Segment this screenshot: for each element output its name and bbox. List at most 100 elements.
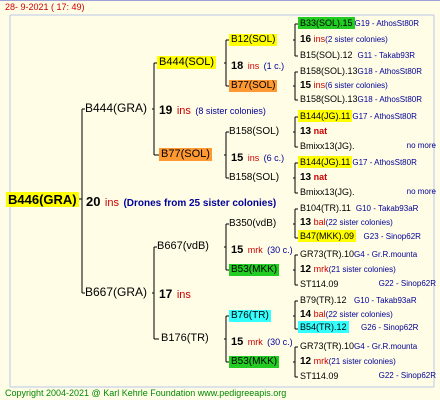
gen3-queen-5[interactable]: B350(vdB) — [229, 219, 276, 229]
gen4-count: 12 — [300, 356, 312, 367]
gen1-queen-2[interactable]: B667(GRA) — [85, 286, 147, 298]
copyright-footer: Copyright 2004-2021 @ Karl Kehrle Founda… — [5, 388, 287, 398]
gen4-origin: G17 - AthosSt80R — [352, 158, 417, 167]
gen4-count: 12 — [300, 264, 312, 275]
gen4-queen-name[interactable]: B144(JG).11 — [298, 156, 353, 168]
gen1-count-2: 17 — [159, 287, 173, 301]
gen1-queen-1[interactable]: B444(GRA) — [85, 102, 147, 114]
gen2-note-3: (30 c.) — [267, 245, 293, 255]
gen4-ins: ins — [313, 34, 326, 44]
gen4-queen-name[interactable]: B144(JG).11 — [298, 110, 353, 122]
gen4-origin: no more — [406, 187, 436, 196]
gen4-queen-name[interactable]: B104(TR).11 — [300, 203, 351, 213]
gen4-queen-name[interactable]: B47(MKK).09 — [298, 230, 357, 242]
gen4-origin: G23 - Sinop62R — [363, 232, 421, 241]
gen4-origin: G22 - Sinop62R — [378, 279, 436, 288]
gen4-drone-row: 16 ins(2 sister colonies) — [300, 35, 388, 45]
gen4-origin: G17 - AthosSt80R — [352, 112, 417, 121]
gen4-note: (2 sister colonies) — [325, 35, 388, 44]
gen1-count-1: 19 — [159, 103, 173, 117]
gen4-row: Bmixx13(JG). no more — [300, 188, 436, 197]
gen2-queen-3[interactable]: B667(vdB) — [157, 241, 209, 252]
root-queen-name[interactable]: B446(GRA) — [6, 192, 79, 207]
gen4-ins: mrk — [313, 264, 329, 274]
gen4-origin: G4 - Gr.R.mounta — [354, 342, 418, 351]
gen4-count: 14 — [300, 309, 312, 320]
gen2-note-4: (30 c.) — [267, 337, 293, 347]
gen2-queen-2[interactable]: B77(SOL) — [159, 148, 212, 161]
gen1-drone-info-1: 19 ins (8 sister colonies) — [159, 102, 266, 118]
gen2-drone-info-1: 18 ins (1 c.) — [231, 57, 284, 73]
gen3-queen-2[interactable]: B77(SOL) — [229, 80, 278, 92]
gen2-note-2: (6 c.) — [263, 153, 285, 163]
gen4-origin: G4 - Gr.R.mounta — [354, 250, 418, 259]
gen4-count: 16 — [300, 34, 312, 45]
gen3-queen-6[interactable]: B53(MKK) — [229, 264, 280, 276]
root-ins: ins — [104, 197, 119, 209]
gen4-row: GR73(TR).10G4 - Gr.R.mounta — [300, 342, 417, 351]
gen4-queen-name[interactable]: B158(SOL).13 — [300, 94, 358, 104]
pedigree-page: 28- 9-2021 ( 17: 49) B446(GRA) 20 ins (D… — [0, 0, 440, 400]
gen4-queen-name[interactable]: B158(SOL).13 — [300, 66, 358, 76]
gen4-queen-name[interactable]: ST114.09 — [300, 279, 338, 289]
gen4-ins: nat — [313, 126, 328, 136]
gen4-row: B79(TR).12 G10 - Takab93aR — [300, 296, 417, 305]
gen4-ins: nat — [313, 172, 328, 182]
gen4-queen-name[interactable]: B54(TR).12 — [298, 321, 349, 333]
timestamp: 28- 9-2021 ( 17: 49) — [5, 2, 85, 12]
gen4-origin: no more — [406, 141, 436, 150]
gen4-queen-name[interactable]: B79(TR).12 — [300, 295, 347, 305]
root-drone-info: 20 ins (Drones from 25 sister colonies) — [86, 194, 276, 210]
gen4-count: 13 — [300, 126, 312, 137]
gen2-drone-info-4: 15 mrk (30 c.) — [231, 333, 293, 349]
gen4-origin: G18 - AthosSt80R — [357, 95, 423, 104]
root-note: (Drones from 25 sister colonies) — [123, 198, 277, 209]
gen4-queen-name[interactable]: Bmixx13(JG). — [300, 141, 355, 151]
gen3-queen-3[interactable]: B158(SOL) — [229, 127, 279, 137]
gen2-queen-1[interactable]: B444(SOL) — [157, 56, 217, 69]
gen4-origin: G19 - AthosSt80R — [354, 19, 420, 28]
gen4-ins: ins — [313, 80, 326, 90]
gen4-note: (22 sister colonies) — [325, 218, 393, 227]
gen4-row: ST114.09 G22 - Sinop62R — [300, 372, 436, 381]
gen4-row: ST114.09 G22 - Sinop62R — [300, 280, 436, 289]
gen1-note-1: (8 sister colonies) — [195, 106, 266, 116]
gen4-ins: bal — [313, 217, 326, 227]
gen4-row: B104(TR).11 G10 - Takab93aR — [300, 204, 418, 213]
gen2-queen-4[interactable]: B176(TR) — [161, 333, 209, 344]
gen2-ins-1: ins — [247, 61, 260, 71]
gen2-count-1: 18 — [231, 60, 244, 72]
gen4-row: B144(JG).11 G17 - AthosSt80R — [298, 110, 417, 122]
gen2-count-2: 15 — [231, 152, 244, 164]
gen4-row: B158(SOL).13G18 - AthosSt80R — [300, 95, 422, 104]
gen4-drone-row: 12 mrk(21 sister colonies) — [300, 265, 396, 275]
gen4-origin: G10 - Takab93aR — [355, 204, 419, 213]
gen4-count: 13 — [300, 217, 312, 228]
gen2-count-4: 15 — [231, 336, 244, 348]
gen2-drone-info-2: 15 ins (6 c.) — [231, 149, 284, 165]
gen3-queen-1[interactable]: B12(SOL) — [229, 34, 278, 46]
gen4-queen-name[interactable]: Bmixx13(JG). — [300, 187, 355, 197]
gen4-row: B15(SOL).12 G11 - Takab93R — [300, 51, 415, 60]
gen4-row: GR73(TR).10G4 - Gr.R.mounta — [300, 250, 417, 259]
gen4-origin: G22 - Sinop62R — [378, 371, 436, 380]
gen4-queen-name[interactable]: GR73(TR).10 — [300, 341, 354, 351]
gen4-queen-name[interactable]: GR73(TR).10 — [300, 249, 354, 259]
gen1-ins-1: ins — [176, 105, 191, 117]
gen4-row: B158(SOL).13G18 - AthosSt80R — [300, 67, 422, 76]
gen4-row: B144(JG).11 G17 - AthosSt80R — [298, 156, 417, 168]
gen4-queen-name[interactable]: B15(SOL).12 — [300, 50, 353, 60]
gen4-row: B33(SOL).15 G19 - AthosSt80R — [298, 17, 420, 29]
gen4-origin: G18 - AthosSt80R — [357, 67, 423, 76]
gen4-note: (22 sister colonies) — [325, 310, 393, 319]
gen3-queen-4[interactable]: B158(SOL) — [229, 173, 279, 183]
gen4-ins: mrk — [313, 356, 329, 366]
gen3-queen-7[interactable]: B76(TR) — [229, 310, 271, 322]
gen1-drone-info-2: 17 ins — [159, 286, 191, 302]
gen4-queen-name[interactable]: B33(SOL).15 — [298, 17, 355, 29]
gen4-count: 15 — [300, 80, 312, 91]
gen2-count-3: 15 — [231, 244, 244, 256]
gen3-queen-8[interactable]: B53(MKK) — [229, 356, 280, 368]
gen4-queen-name[interactable]: ST114.09 — [300, 371, 338, 381]
gen4-origin: G10 - Takab93aR — [354, 296, 417, 305]
